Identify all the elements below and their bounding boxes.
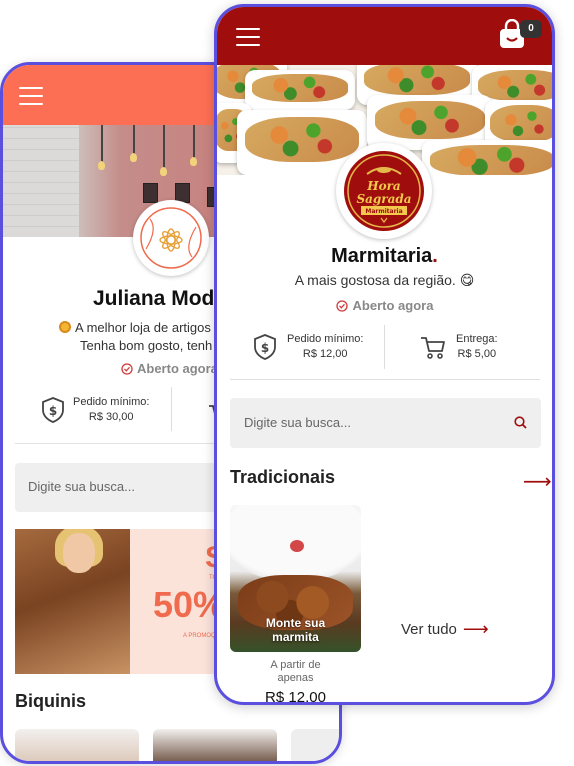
store-description: A melhor loja de artigos [59, 320, 211, 335]
product-card[interactable] [153, 729, 277, 761]
store-description-line2: Tenha bom gosto, tenh [80, 338, 213, 353]
min-order-label: Pedido mínimo: [73, 396, 150, 408]
store-logo: Hora Sagrada Marmitaria [336, 143, 432, 239]
arrow-right-icon[interactable]: ⟶ [523, 469, 552, 494]
delivery-label: Entrega: [456, 333, 498, 345]
product-card[interactable] [15, 729, 139, 761]
logo-text-1: Hora [366, 179, 400, 193]
search-input[interactable]: Digite sua busca... [230, 398, 541, 448]
delivery-info: Entrega: R$ 5,00 [420, 332, 498, 362]
product-card[interactable] [291, 729, 339, 761]
promo-small-text-2: A PROMOÇ [183, 633, 216, 639]
delivery-value: R$ 5,00 [457, 348, 497, 360]
svg-text:$: $ [49, 404, 57, 418]
product-card[interactable]: Monte sua marmita [230, 505, 361, 652]
hamburger-icon[interactable] [19, 87, 43, 105]
logo-text-2: Sagrada [356, 192, 411, 206]
store-status: Aberto agora [217, 298, 552, 313]
divider [230, 379, 540, 380]
see-all-label: Ver tudo [401, 621, 457, 638]
product-price: R$ 12,00 [265, 689, 326, 705]
hamburger-icon[interactable] [236, 28, 260, 46]
svg-text:$: $ [261, 341, 269, 355]
cart-count-badge: 0 [520, 20, 542, 38]
store-name: Marmitaria. [331, 245, 438, 267]
divider [384, 325, 385, 369]
flower-icon [59, 321, 71, 333]
section-title: Tradicionais [230, 467, 336, 487]
min-order-info: $ Pedido mínimo: R$ 30,00 [41, 395, 149, 425]
arrow-right-icon: ⟶ [462, 619, 489, 639]
shield-dollar-icon: $ [254, 334, 276, 360]
store-name: Juliana Mod [93, 287, 215, 310]
product-price-prefix: A partir de apenas [270, 659, 321, 684]
store-status: Aberto agora [121, 361, 218, 376]
see-all-link[interactable]: Ver tudo ⟶ [401, 619, 489, 640]
check-circle-icon [121, 362, 133, 375]
min-order-value: R$ 30,00 [88, 411, 134, 423]
shield-dollar-icon: $ [42, 397, 64, 423]
product-name: Monte sua marmita [265, 616, 326, 644]
check-circle-icon [335, 299, 348, 312]
logo-text-3: Marmitaria [365, 208, 402, 215]
divider [171, 387, 172, 431]
store-description: A mais gostosa da região. 😋 [294, 272, 475, 288]
section-title: Biquinis [15, 691, 86, 711]
cart-icon [421, 337, 445, 359]
app-header: 0 [217, 7, 552, 65]
min-order-info: $ Pedido mínimo: R$ 12,00 [253, 332, 363, 362]
min-order-value: R$ 12,00 [302, 348, 348, 360]
min-order-label: Pedido mínimo: [287, 333, 364, 345]
search-placeholder: Digite sua busca... [244, 415, 351, 430]
search-icon[interactable] [514, 416, 527, 429]
store-logo [133, 200, 209, 276]
phone-front-marmitaria: 0 Hora Sagrada Marmitaria Marmitaria. A … [214, 4, 555, 705]
